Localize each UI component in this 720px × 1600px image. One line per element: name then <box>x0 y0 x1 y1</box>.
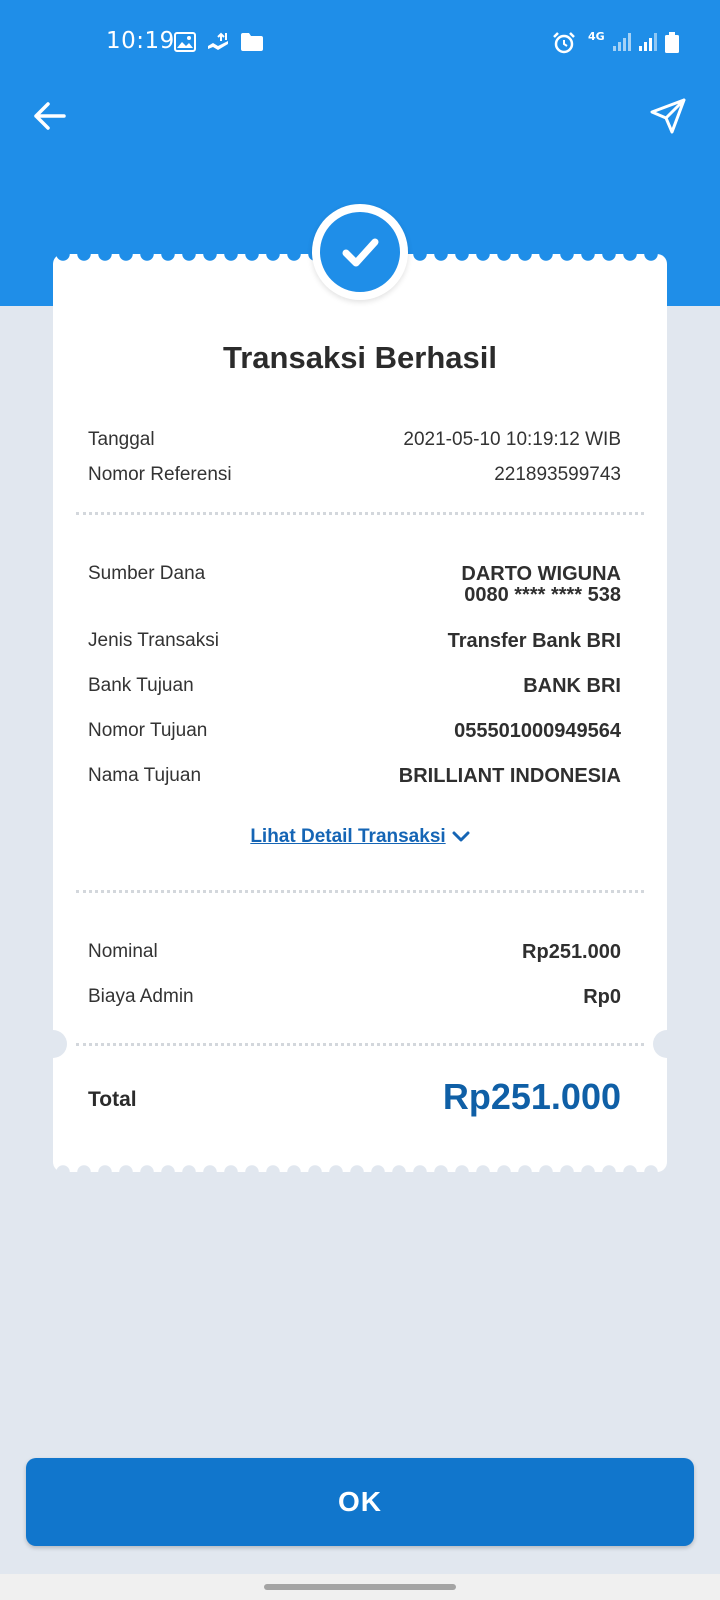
receipt-card <box>53 254 667 1172</box>
account-number: 0080 **** **** 538 <box>464 584 621 606</box>
network-type-label: 4G <box>588 30 605 43</box>
home-indicator[interactable] <box>264 1584 456 1590</box>
row-label: Biaya Admin <box>88 986 194 1007</box>
dotted-divider <box>76 512 644 515</box>
receipt-notch-left <box>39 1030 67 1058</box>
row-value: DARTO WIGUNA <box>461 563 621 585</box>
status-bar: 10:19 4G <box>0 24 720 64</box>
receipt-notch-right <box>653 1030 681 1058</box>
back-button[interactable] <box>30 96 70 136</box>
row-label: Nomor Referensi <box>88 464 232 485</box>
row-value: 055501000949564 <box>454 720 621 742</box>
signal-icon <box>639 33 657 51</box>
row-value: 221893599743 <box>494 464 621 485</box>
row-value: Rp251.000 <box>522 941 621 963</box>
status-time: 10:19 <box>106 28 175 54</box>
send-icon <box>650 98 686 134</box>
total-amount: Rp251.000 <box>442 1076 621 1117</box>
check-icon <box>342 238 379 267</box>
page-title: Transaksi Berhasil <box>223 340 497 375</box>
alarm-icon <box>553 32 575 54</box>
receipt-bottom-edge <box>53 1165 667 1179</box>
battery-icon <box>665 32 679 53</box>
row-value: Transfer Bank BRI <box>447 630 621 652</box>
row-label: Tanggal <box>88 429 155 450</box>
folder-icon <box>241 33 263 51</box>
view-transaction-detail-link[interactable]: Lihat Detail Transaksi <box>0 826 720 848</box>
arrow-left-icon <box>34 102 66 130</box>
row-label: Nama Tujuan <box>88 765 202 786</box>
row-label: Nomor Tujuan <box>88 720 208 741</box>
row-label: Sumber Dana <box>88 563 206 584</box>
row-label: Jenis Transaksi <box>88 630 219 651</box>
dotted-divider <box>76 890 644 893</box>
ok-button[interactable]: OK <box>26 1458 694 1546</box>
signal-icon <box>613 33 631 51</box>
row-label: Bank Tujuan <box>88 675 194 696</box>
success-badge <box>312 204 408 300</box>
row-value: Rp0 <box>583 986 621 1008</box>
data-transfer-icon <box>208 32 228 50</box>
image-icon <box>174 32 196 52</box>
dotted-divider <box>76 1043 644 1046</box>
row-label: Nominal <box>88 941 158 962</box>
row-value: BRILLIANT INDONESIA <box>398 765 621 787</box>
row-value: BANK BRI <box>523 675 621 697</box>
chevron-down-icon <box>452 831 470 842</box>
total-label: Total <box>88 1088 137 1111</box>
row-value: 2021-05-10 10:19:12 WIB <box>403 429 621 450</box>
share-button[interactable] <box>648 96 688 136</box>
detail-link-label: Lihat Detail Transaksi <box>250 826 446 847</box>
